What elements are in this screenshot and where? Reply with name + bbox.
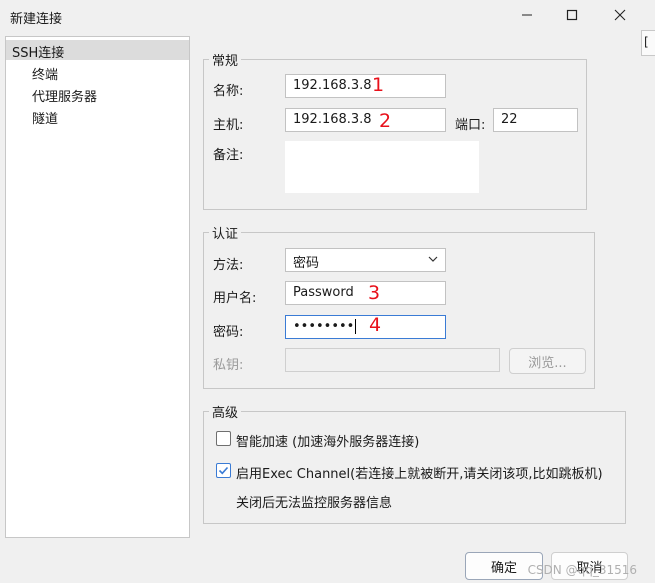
password-input[interactable]: •••••••• xyxy=(285,315,446,339)
port-label: 端口: xyxy=(455,118,486,133)
annotation-1: 1 xyxy=(372,74,385,96)
password-label: 密码: xyxy=(213,325,244,340)
maximize-icon xyxy=(566,9,578,21)
maximize-button[interactable] xyxy=(560,4,584,26)
smart-accel-checkbox[interactable] xyxy=(216,431,231,446)
tree-item-proxy[interactable]: 代理服务器 xyxy=(32,86,97,105)
password-value: •••••••• xyxy=(293,319,355,334)
note-textarea[interactable] xyxy=(285,141,479,193)
minimize-button[interactable] xyxy=(515,4,539,26)
general-legend: 常规 xyxy=(212,54,239,69)
private-key-label: 私钥: xyxy=(213,358,244,373)
annotation-2: 2 xyxy=(379,110,392,132)
annotation-3: 3 xyxy=(368,282,381,304)
host-label: 主机: xyxy=(213,118,244,133)
tree-item-tunnel[interactable]: 隧道 xyxy=(32,108,58,127)
auth-legend: 认证 xyxy=(212,227,239,242)
port-input[interactable]: 22 xyxy=(493,108,578,132)
text-caret xyxy=(355,319,357,334)
watermark: CSDN @qq_31516 xyxy=(527,563,637,577)
annotation-4: 4 xyxy=(369,314,382,336)
advanced-legend: 高级 xyxy=(212,406,239,421)
method-label: 方法: xyxy=(213,258,244,273)
title-bar: 新建连接 xyxy=(0,0,655,32)
username-input[interactable]: Password xyxy=(285,281,446,305)
private-key-input[interactable] xyxy=(285,348,500,372)
browse-button[interactable]: 浏览... xyxy=(509,348,586,374)
checkmark-icon xyxy=(218,466,229,475)
smart-accel-label[interactable]: 智能加速 (加速海外服务器连接) xyxy=(236,431,419,450)
method-select[interactable]: 密码 xyxy=(285,248,446,272)
tree-item-terminal[interactable]: 终端 xyxy=(32,64,58,83)
exec-channel-label[interactable]: 启用Exec Channel(若连接上就被断开,请关闭该项,比如跳板机) xyxy=(236,463,603,482)
name-label: 名称: xyxy=(213,84,244,99)
name-input[interactable]: 192.168.3.8 xyxy=(285,74,446,98)
method-value: 密码 xyxy=(293,256,320,271)
username-value: Password xyxy=(293,285,354,300)
window-title: 新建连接 xyxy=(10,12,63,27)
exec-channel-note: 关闭后无法监控服务器信息 xyxy=(236,496,393,511)
note-label: 备注: xyxy=(213,148,244,163)
username-label: 用户名: xyxy=(213,291,257,306)
background-window-tab: [ xyxy=(641,30,655,56)
minimize-icon xyxy=(522,14,532,16)
exec-channel-checkbox[interactable] xyxy=(216,463,231,478)
chevron-down-icon xyxy=(427,253,439,269)
close-icon xyxy=(614,9,626,21)
close-button[interactable] xyxy=(608,4,632,26)
tree-item-ssh[interactable]: SSH连接 xyxy=(6,40,189,61)
host-input[interactable]: 192.168.3.8 xyxy=(285,108,446,132)
settings-tree: SSH连接 终端 代理服务器 隧道 xyxy=(5,36,190,538)
